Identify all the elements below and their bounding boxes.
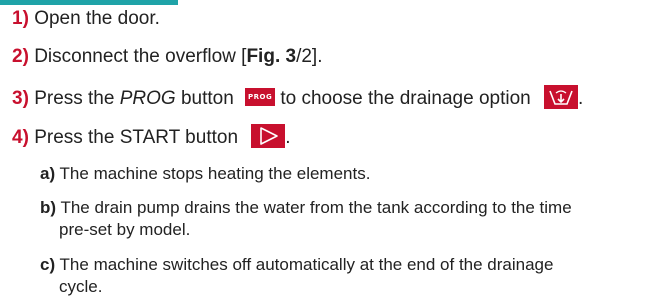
substep-text: The machine stops heating the elements. [59,164,371,183]
step-text: Disconnect the overflow [ [34,46,247,67]
step-number: 1) [12,8,29,29]
step-4: 4) Press the START button . [12,124,291,150]
prog-icon-label: PROG [247,93,273,101]
step-number: 4) [12,127,29,148]
step-3: 3) Press the PROG button PROG to choose … [12,85,583,111]
step-text-end: /2]. [296,46,323,67]
top-accent-bar [0,0,178,5]
substep-letter: c) [40,255,56,274]
substep-a: a) The machine stops heating the element… [40,163,640,185]
substep-text-line1: The drain pump drains the water from the… [60,198,572,217]
step-1: 1) Open the door. [12,7,160,31]
step-2: 2) Disconnect the overflow [Fig. 3/2]. [12,45,322,69]
prog-button-name: PROG [119,88,176,109]
substep-letter: a) [40,164,56,183]
step-text-end: . [285,127,291,148]
play-icon [251,124,286,148]
instruction-page: 1) Open the door. 2) Disconnect the over… [0,0,654,307]
drain-icon [544,85,578,109]
step-text: Press the [34,88,120,109]
step-number: 3) [12,88,29,109]
step-text-middle: button [175,88,240,109]
substep-text-line1: The machine switches off automatically a… [59,255,554,274]
step-text: Press the START button [34,127,244,148]
substep-text-line2: pre-set by model. [59,220,191,239]
substep-text-line2: cycle. [59,277,103,296]
figure-reference: Fig. 3 [246,46,297,67]
substep-b: b) The drain pump drains the water from … [40,197,640,241]
prog-button-icon: PROG [245,88,276,106]
step-text: Open the door. [34,8,160,29]
step-number: 2) [12,46,29,67]
substep-letter: b) [40,198,57,217]
step-text-end: to choose the drainage option [275,88,536,109]
substep-c: c) The machine switches off automaticall… [40,254,640,298]
